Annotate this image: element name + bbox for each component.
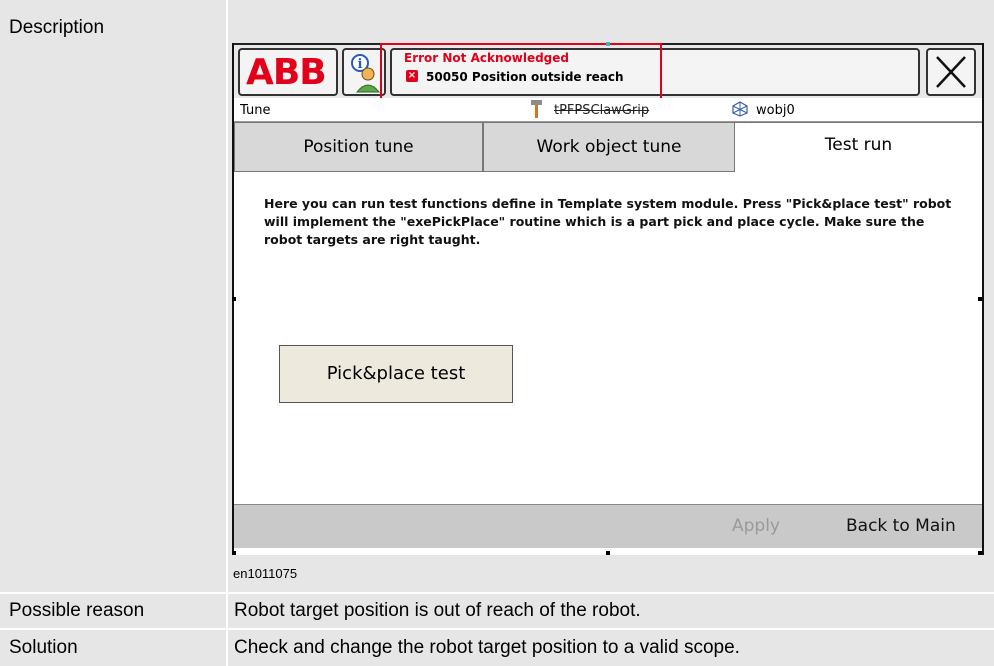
abb-menu-button[interactable]: ABB bbox=[238, 48, 338, 96]
resize-handle bbox=[606, 42, 610, 46]
possible-reason-text: Robot target position is out of reach of… bbox=[234, 600, 641, 621]
resize-handle bbox=[978, 297, 982, 301]
tab-position-tune[interactable]: Position tune bbox=[234, 122, 483, 172]
tab-test-run[interactable]: Test run bbox=[735, 122, 982, 172]
resize-handle bbox=[232, 551, 236, 555]
workobject-name[interactable]: wobj0 bbox=[756, 103, 795, 118]
back-to-main-button[interactable]: Back to Main bbox=[846, 516, 956, 536]
resize-handle bbox=[978, 551, 982, 555]
abb-logo: ABB bbox=[246, 52, 327, 93]
test-run-description: Here you can run test functions define i… bbox=[264, 196, 952, 247]
pick-place-test-button[interactable]: Pick&place test bbox=[279, 345, 513, 403]
svg-text:i: i bbox=[358, 57, 363, 72]
bottom-command-bar: Apply Back to Main bbox=[234, 504, 982, 548]
app-name: Tune bbox=[240, 103, 271, 118]
task-bar: Tune tPFPSClawGrip wobj0 bbox=[234, 98, 982, 122]
tool-name[interactable]: tPFPSClawGrip bbox=[554, 103, 649, 118]
possible-reason-label: Possible reason bbox=[9, 600, 145, 621]
figure-caption: en1011075 bbox=[233, 566, 298, 581]
workobject-icon bbox=[732, 101, 748, 117]
resize-handle bbox=[606, 551, 610, 555]
tab-work-object-tune[interactable]: Work object tune bbox=[483, 122, 735, 172]
solution-text: Check and change the robot target positi… bbox=[234, 637, 740, 658]
description-label: Description bbox=[9, 17, 105, 38]
flexpendant-screen: ABB i Error Not Acknowledged × 50050 Pos… bbox=[232, 43, 984, 555]
tool-icon bbox=[531, 100, 542, 118]
resize-handle bbox=[232, 297, 236, 301]
apply-button[interactable]: Apply bbox=[732, 516, 780, 536]
close-button[interactable] bbox=[926, 48, 976, 96]
close-icon bbox=[936, 56, 966, 88]
solution-label: Solution bbox=[9, 637, 78, 658]
description-label-cell bbox=[0, 0, 226, 592]
info-user-icon: i bbox=[351, 54, 381, 93]
